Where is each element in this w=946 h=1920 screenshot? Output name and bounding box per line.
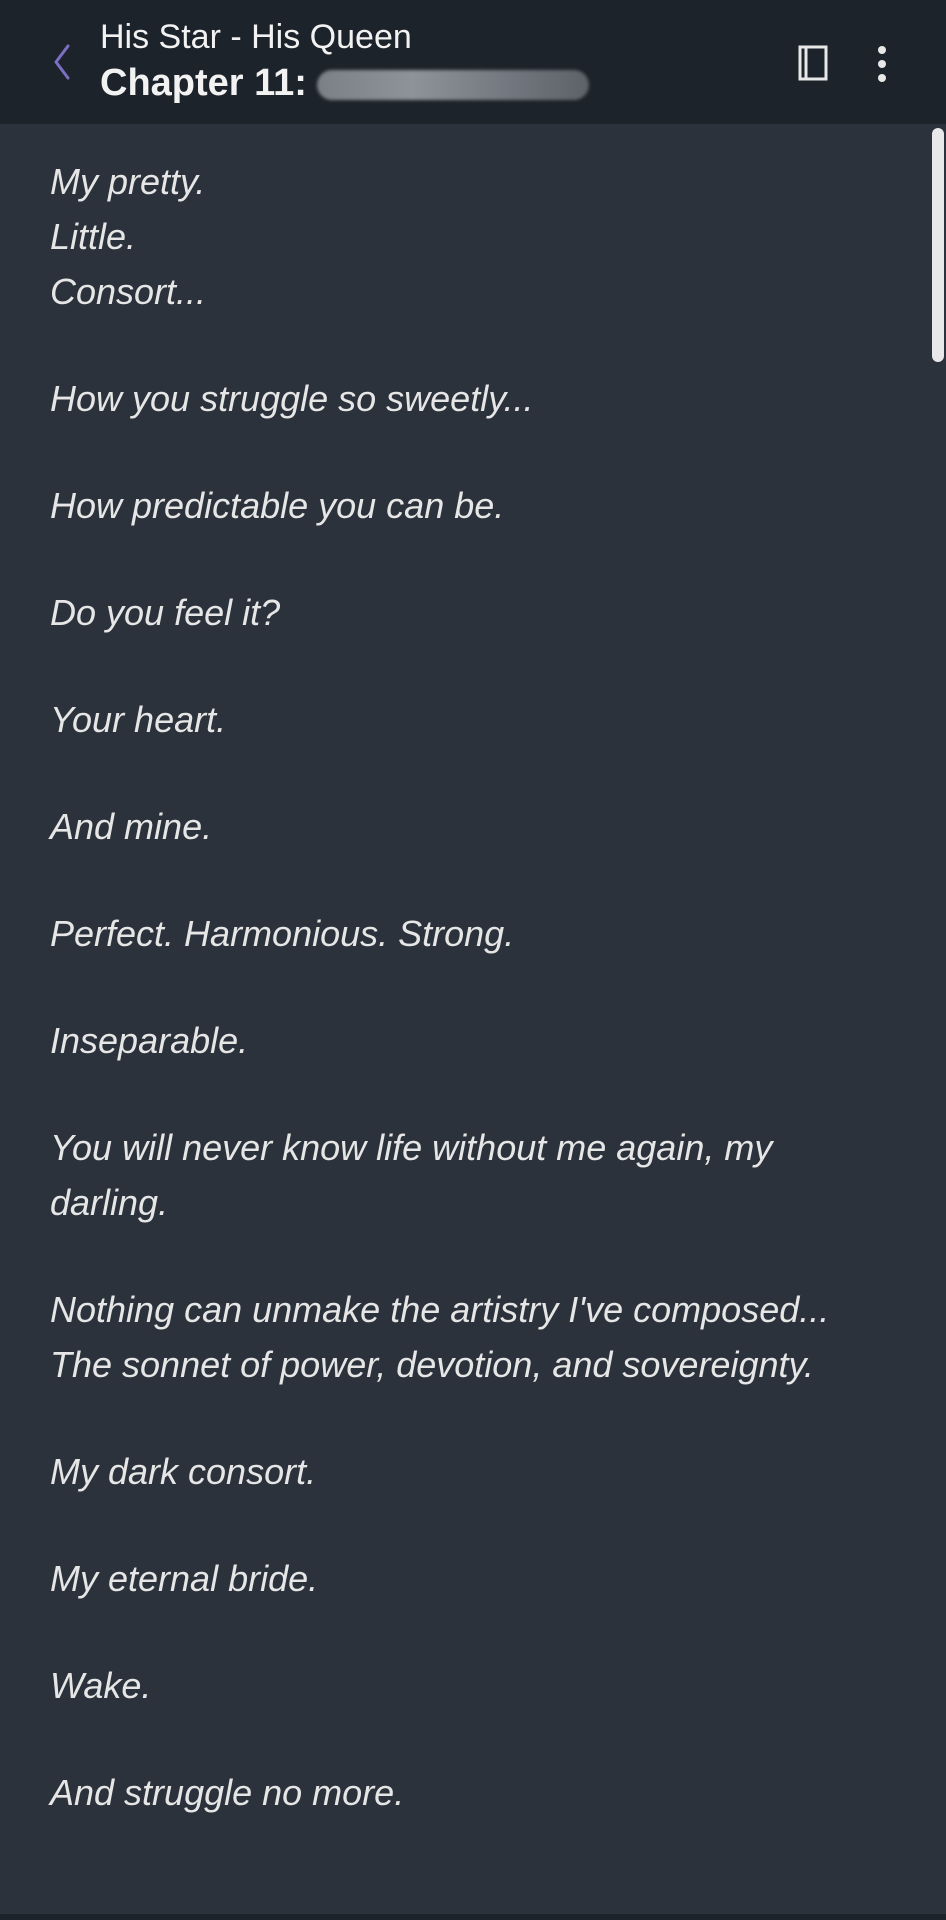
reader-screen: His Star - His Queen Chapter 11: My pret… [0, 0, 946, 1920]
chapter-title: Chapter 11: [100, 62, 307, 104]
paragraph: My pretty. [50, 161, 206, 202]
paragraph: My dark consort. [50, 1451, 317, 1492]
table-of-contents-button[interactable] [796, 44, 832, 84]
paragraph: And mine. [50, 806, 213, 847]
paragraph: How predictable you can be. [50, 485, 505, 526]
paragraph: Wake. [50, 1665, 152, 1706]
bottom-edge [0, 1914, 946, 1920]
book-icon [798, 45, 828, 81]
paragraph: Nothing can unmake the artistry I've com… [50, 1289, 830, 1385]
chapter-content: My pretty. Little. Consort... How you st… [50, 124, 870, 1872]
chapter-row: Chapter 11: [100, 60, 589, 106]
story-title: His Star - His Queen [100, 18, 412, 56]
paragraph: Little. [50, 216, 137, 257]
paragraph: Your heart. [50, 699, 227, 740]
paragraph: Perfect. Harmonious. Strong. [50, 913, 515, 954]
more-options-button[interactable] [866, 42, 898, 86]
back-button[interactable] [34, 30, 90, 94]
chevron-left-icon [54, 44, 70, 80]
redacted-chapter-name [316, 70, 589, 100]
paragraph: How you struggle so sweetly... [50, 378, 534, 419]
paragraph: And struggle no more. [50, 1772, 405, 1813]
header-titles: His Star - His Queen Chapter 11: [100, 14, 589, 106]
scrollbar-thumb[interactable] [932, 128, 944, 362]
paragraph: Consort... [50, 271, 207, 312]
paragraph: My eternal bride. [50, 1558, 319, 1599]
paragraph: Do you feel it? [50, 592, 281, 633]
more-vertical-icon [878, 46, 886, 82]
scrollbar-track[interactable] [930, 124, 946, 1916]
paragraph: You will never know life without me agai… [50, 1127, 773, 1223]
paragraph: Inseparable. [50, 1020, 249, 1061]
reader-header: His Star - His Queen Chapter 11: [0, 0, 946, 124]
